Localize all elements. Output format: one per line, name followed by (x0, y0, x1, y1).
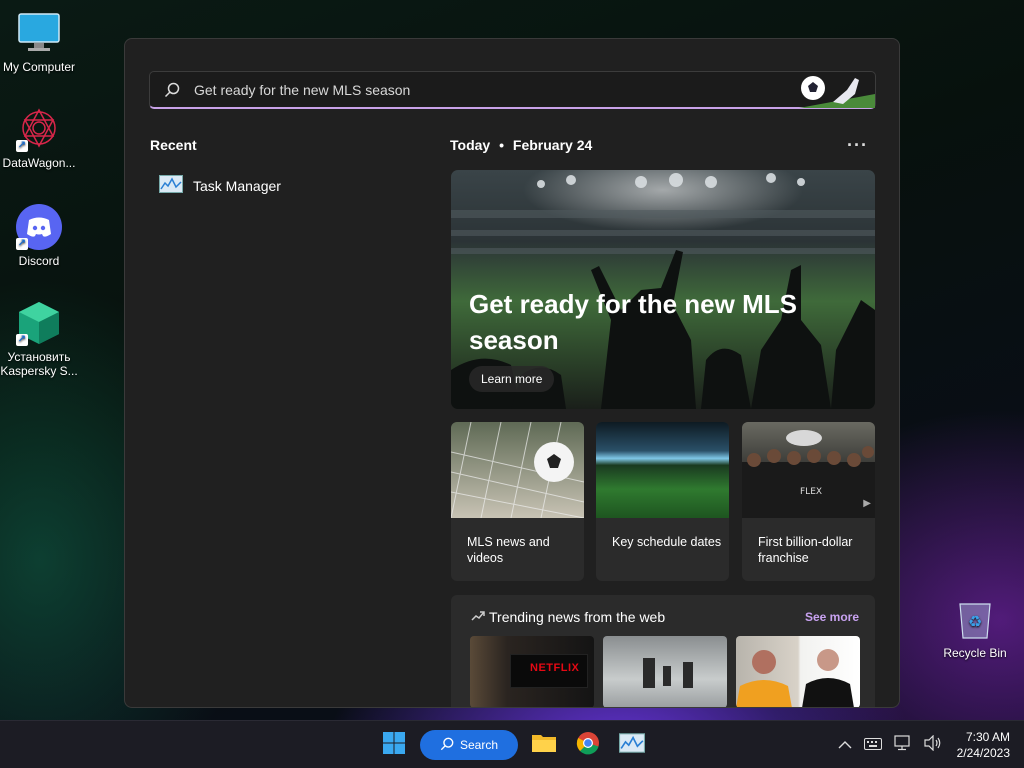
monitor-icon (16, 10, 62, 56)
search-box[interactable] (149, 71, 876, 109)
search-icon (150, 82, 194, 98)
desktop-icon-label: DataWagon... (2, 156, 76, 170)
trending-header: Trending news from the web (471, 609, 665, 625)
netflix-logo: NETFLIX (530, 662, 580, 674)
learn-more-button[interactable]: Learn more (469, 366, 555, 392)
hero-card[interactable]: Get ready for the new MLS season Learn m… (451, 170, 875, 409)
system-tray (838, 734, 942, 756)
card-label: First billion-dollar franchise (758, 535, 853, 565)
stadium-field-image (596, 422, 729, 518)
clock-date: 2/24/2023 (956, 746, 1010, 760)
desktop-icon-datawagon[interactable]: ↗ DataWagon... (0, 106, 78, 170)
soccer-decoration-icon (799, 72, 875, 108)
task-manager-icon (619, 732, 645, 758)
desktop-icon-label: Discord (18, 254, 60, 268)
recycle-bin-icon: ♻ (952, 596, 998, 642)
today-header: Today • February 24 (450, 137, 593, 153)
card-label: MLS news and videos (467, 535, 550, 565)
desktop-icon-discord[interactable]: ↗ Discord (0, 204, 78, 268)
trending-section: Trending news from the web See more NETF… (451, 595, 875, 707)
chrome-button[interactable] (572, 729, 604, 761)
desktop-icon-kaspersky[interactable]: ↗ Установить Kaspersky S... (0, 300, 78, 378)
folder-icon (531, 732, 557, 759)
recent-item-task-manager[interactable]: Task Manager (159, 175, 281, 196)
kaspersky-icon: ↗ (16, 300, 62, 346)
today-date: February 24 (512, 137, 593, 153)
chevron-up-icon[interactable] (838, 737, 852, 755)
soccer-net-image (451, 422, 584, 518)
desktop-icon-my-computer[interactable]: My Computer (0, 10, 78, 74)
card-label: Key schedule dates (612, 535, 722, 549)
search-input[interactable] (194, 72, 799, 107)
taskbar: Search 7:30 AM 2/24/2023 (0, 720, 1024, 768)
file-explorer-button[interactable] (528, 729, 560, 761)
shortcut-arrow-icon: ↗ (16, 140, 28, 152)
clock-time: 7:30 AM (965, 730, 1010, 744)
recent-title: Recent (150, 137, 197, 153)
desktop-icon-label: Установить Kaspersky S... (0, 350, 78, 378)
shortcut-arrow-icon: ↗ (16, 334, 28, 346)
card-key-schedule-dates[interactable]: Key schedule dates (596, 422, 729, 581)
svg-text:FLEX: FLEX (800, 487, 822, 497)
svg-text:♻: ♻ (968, 612, 982, 631)
trending-up-icon (471, 609, 485, 625)
trending-item-netflix[interactable]: NETFLIX (470, 636, 594, 707)
chrome-icon (576, 731, 600, 760)
card-first-billion-dollar-franchise[interactable]: FLEX ▶ First billion-dollar franchise (742, 422, 875, 581)
trending-item-celebrities[interactable]: ▶ (736, 636, 860, 707)
today-label: Today (450, 137, 491, 153)
search-panel: Recent Task Manager Today • February 24 … (124, 38, 900, 708)
team-celebration-image: FLEX ▶ (742, 422, 875, 518)
carousel-next-icon[interactable]: ▶ (863, 498, 871, 509)
volume-icon[interactable] (924, 734, 942, 756)
windows-logo-icon (382, 731, 406, 760)
start-button[interactable] (378, 729, 410, 761)
taskbar-search-button[interactable]: Search (420, 730, 518, 760)
clock[interactable]: 7:30 AM 2/24/2023 (957, 729, 1010, 761)
task-manager-taskbar-button[interactable] (616, 729, 648, 761)
network-icon[interactable] (894, 735, 912, 756)
datawagon-icon: ↗ (16, 106, 62, 152)
keyboard-icon[interactable] (864, 737, 882, 755)
trending-title: Trending news from the web (489, 609, 666, 625)
shortcut-arrow-icon: ↗ (16, 238, 28, 250)
desktop-icon-label: Recycle Bin (943, 646, 1007, 660)
desktop-icon-label: My Computer (2, 60, 76, 74)
desktop-icon-recycle-bin[interactable]: ♻ Recycle Bin (936, 596, 1014, 660)
see-more-link[interactable]: See more (805, 610, 859, 624)
card-mls-news[interactable]: MLS news and videos (451, 422, 584, 581)
recent-item-label: Task Manager (193, 177, 281, 194)
discord-icon: ↗ (16, 204, 62, 250)
task-manager-icon (159, 175, 183, 196)
more-options-button[interactable]: ··· (847, 135, 868, 156)
hero-title: Get ready for the new MLS season (469, 289, 797, 355)
trending-item-snow-scene[interactable] (603, 636, 727, 707)
search-icon (440, 737, 454, 754)
taskbar-search-label: Search (459, 738, 499, 752)
